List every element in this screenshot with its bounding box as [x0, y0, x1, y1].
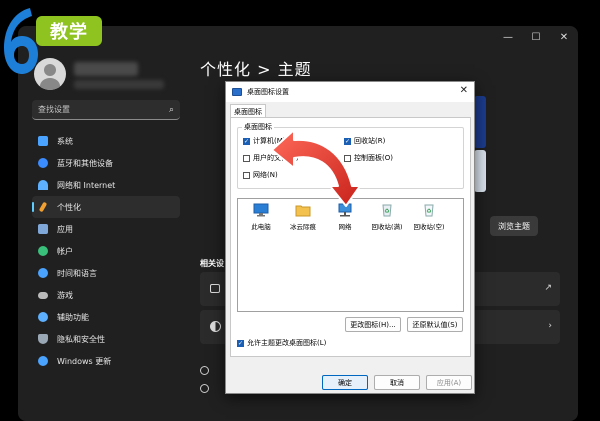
change-icon-button[interactable]: 更改图标(H)...: [345, 317, 401, 332]
monitor-icon: [210, 284, 220, 293]
close-icon[interactable]: ✕: [550, 26, 578, 48]
recycle-bin-empty-icon: ♻: [424, 204, 434, 217]
sidebar-item-label: 隐私和安全性: [57, 334, 105, 344]
person-icon: [38, 246, 48, 256]
search-input[interactable]: 查找设置 ⌕: [32, 100, 180, 120]
sidebar-item-label: 时间和语言: [57, 268, 97, 278]
sidebar-item-accessibility[interactable]: 辅助功能: [32, 306, 180, 328]
update-icon: [38, 356, 48, 366]
give-feedback-link[interactable]: [200, 384, 217, 393]
checkbox-unchecked-icon: [243, 171, 250, 179]
get-help-link[interactable]: [200, 366, 217, 375]
sidebar-item-network[interactable]: 网络和 Internet: [32, 174, 180, 196]
sidebar-item-apps[interactable]: 应用: [32, 218, 180, 240]
sidebar-item-time-language[interactable]: 时间和语言: [32, 262, 180, 284]
window-controls: — ☐ ✕: [494, 26, 578, 48]
sidebar-item-accounts[interactable]: 帐户: [32, 240, 180, 262]
icon-list: 此电脑 冰云际痕 网络 ♻ 回收站(满) ♻ 回收站(空): [237, 198, 464, 312]
sidebar-item-label: 蓝牙和其他设备: [57, 158, 113, 168]
shield-icon: [38, 334, 48, 344]
sidebar-item-gaming[interactable]: 游戏: [32, 284, 180, 306]
maximize-icon[interactable]: ☐: [522, 26, 550, 48]
related-settings-heading: 相关设: [200, 259, 224, 268]
desktop-icon: [232, 88, 242, 96]
checkbox-allow-themes[interactable]: ✓ 允许主题更改桌面图标(L): [237, 338, 326, 348]
restore-default-button[interactable]: 还原默认值(S): [407, 317, 463, 332]
user-email-blurred: [74, 80, 164, 89]
sidebar-item-label: 帐户: [57, 246, 73, 256]
sidebar-item-bluetooth[interactable]: 蓝牙和其他设备: [32, 152, 180, 174]
svg-text:♻: ♻: [384, 208, 389, 215]
feedback-icon: [200, 384, 209, 393]
browse-themes-button[interactable]: 浏览主题: [490, 216, 538, 236]
sidebar-item-label: 应用: [57, 224, 73, 234]
red-arrow-annotation: [271, 129, 361, 207]
icon-label: 回收站(空): [413, 223, 445, 231]
sidebar-item-privacy[interactable]: 隐私和安全性: [32, 328, 180, 350]
search-icon[interactable]: ⌕: [169, 105, 174, 115]
help-icon: [200, 366, 209, 375]
ok-button[interactable]: 确定: [322, 375, 368, 390]
icon-label: 回收站(满): [371, 223, 403, 231]
icon-label: 冰云际痕: [290, 223, 316, 231]
sidebar-item-label: 游戏: [57, 290, 73, 300]
checkbox-unchecked-icon: [243, 154, 250, 162]
checkbox-checked-icon: ✓: [237, 339, 244, 347]
icon-item-recycle-full[interactable]: ♻ 回收站(满): [368, 203, 406, 231]
sidebar-item-label: 辅助功能: [57, 312, 89, 322]
gamepad-icon: [38, 291, 48, 299]
tab-desktop-icons[interactable]: 桌面图标: [230, 104, 266, 118]
page-title: 个性化 > 主题: [200, 60, 312, 79]
sidebar-item-windows-update[interactable]: Windows 更新: [32, 350, 180, 372]
theme-preview-1[interactable]: [474, 96, 486, 148]
logo-six-icon: [4, 8, 38, 74]
globe-icon: [38, 268, 48, 278]
logo-badge: 教学: [36, 16, 102, 46]
icon-label: 此电脑: [251, 223, 271, 231]
sidebar-item-label: 个性化: [57, 202, 81, 212]
checkbox-checked-icon: ✓: [243, 137, 250, 145]
sidebar-item-personalization[interactable]: 个性化: [32, 196, 180, 218]
user-name-blurred: [74, 62, 138, 76]
theme-preview-2[interactable]: [474, 150, 486, 192]
external-link-icon: ↗: [544, 283, 552, 293]
checkbox-label: 允许主题更改桌面图标(L): [247, 339, 327, 347]
brush-icon: [38, 201, 48, 213]
sidebar-item-system[interactable]: 系统: [32, 130, 180, 152]
sidebar-item-label: 系统: [57, 136, 73, 146]
svg-text:♻: ♻: [426, 208, 431, 215]
chevron-right-icon: ›: [548, 321, 552, 331]
icon-label: 网络: [338, 223, 352, 231]
icon-item-recycle-empty[interactable]: ♻ 回收站(空): [410, 203, 448, 231]
computer-icon: [253, 203, 269, 217]
accessibility-icon: [38, 312, 48, 322]
sidebar-item-label: 网络和 Internet: [57, 180, 116, 190]
cancel-button[interactable]: 取消: [374, 375, 420, 390]
dialog-title: 桌面图标设置: [247, 88, 289, 96]
dialog-titlebar: 桌面图标设置 ✕: [226, 82, 474, 102]
recycle-bin-full-icon: ♻: [382, 204, 392, 217]
wifi-icon: [38, 180, 48, 190]
search-placeholder: 查找设置: [38, 105, 70, 114]
apps-icon: [38, 224, 48, 234]
minimize-icon[interactable]: —: [494, 26, 522, 48]
apply-button[interactable]: 应用(A): [426, 375, 472, 390]
close-icon[interactable]: ✕: [460, 85, 468, 96]
sidebar-item-label: Windows 更新: [57, 356, 112, 366]
monitor-icon: [38, 136, 48, 146]
bluetooth-icon: [38, 158, 48, 168]
sidebar-nav: 系统 蓝牙和其他设备 网络和 Internet 个性化 应用 帐户 时间和语言 …: [32, 130, 180, 372]
contrast-icon: [210, 321, 221, 332]
